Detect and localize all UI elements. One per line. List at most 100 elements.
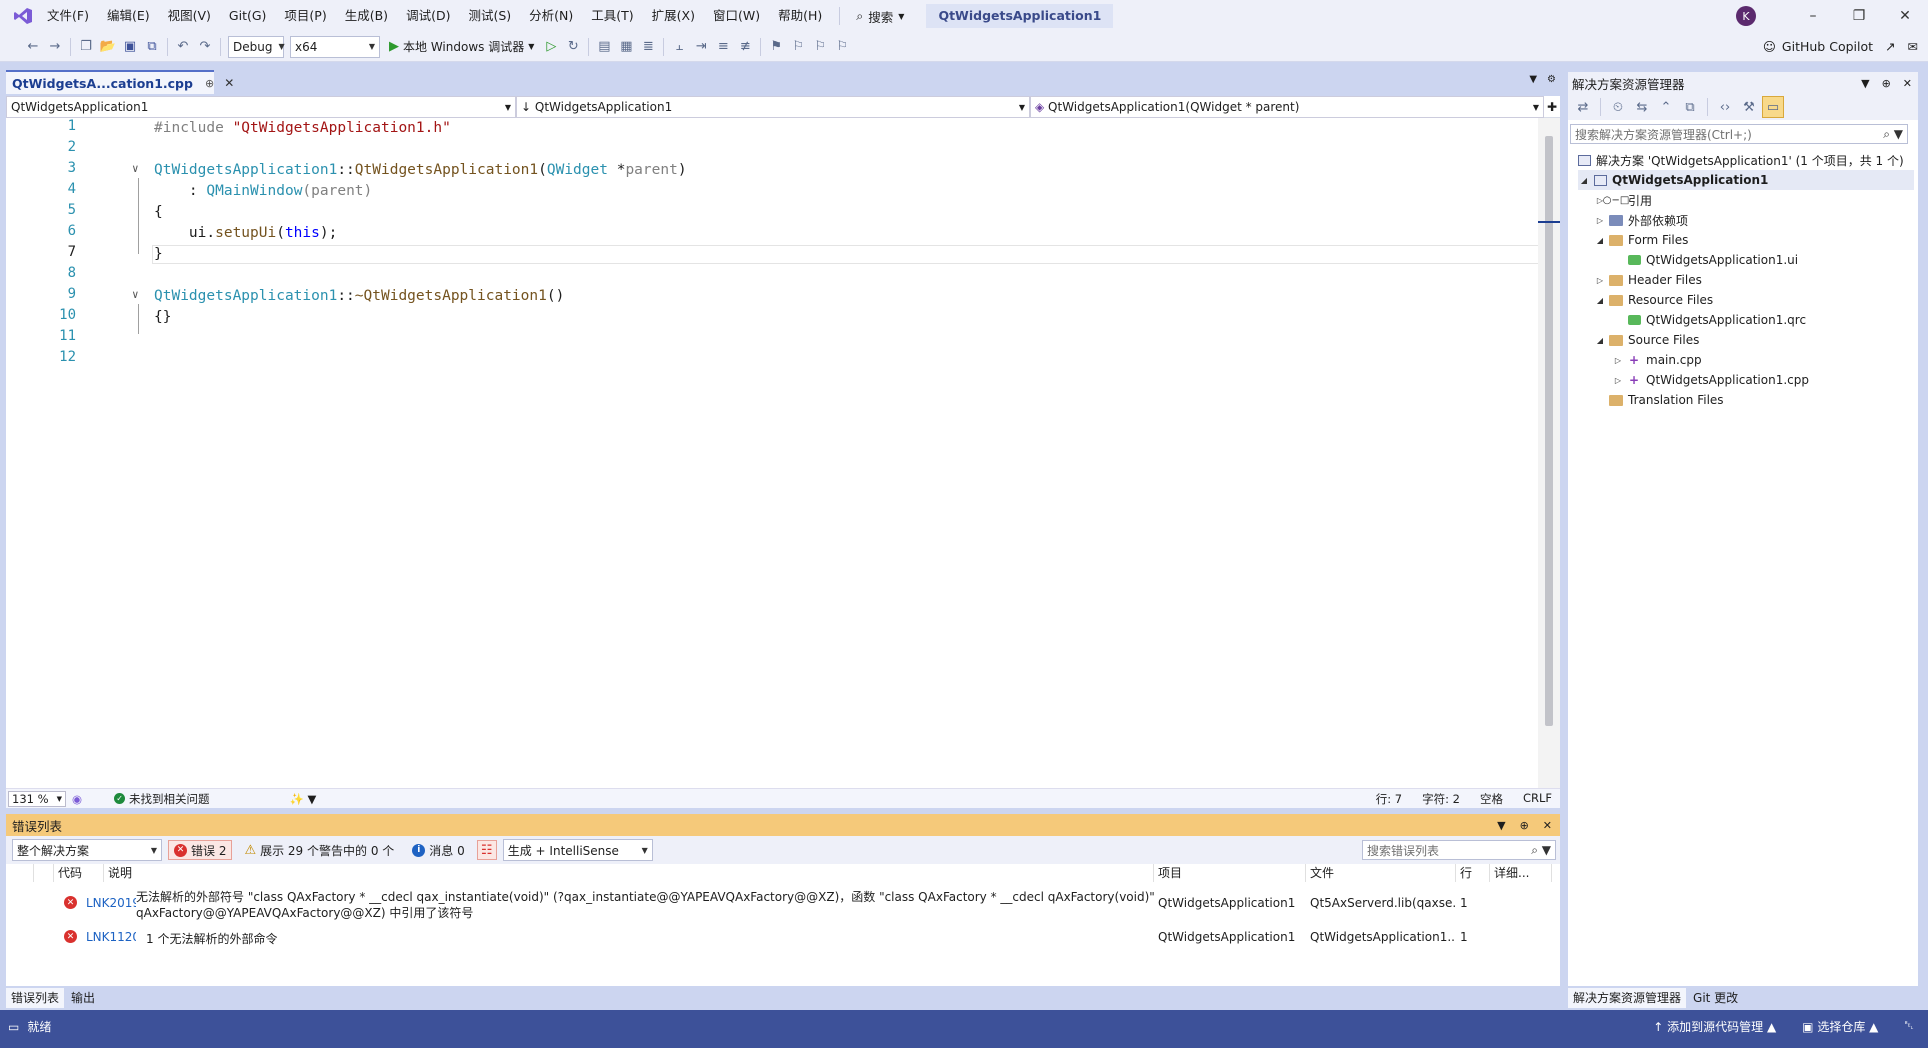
menu-test[interactable]: 测试(S)	[459, 0, 520, 32]
copilot-status-icon[interactable]: ◉	[72, 792, 82, 806]
tree-folder-source-files[interactable]: ◢ Source Files	[1594, 330, 1699, 350]
menu-help[interactable]: 帮助(H)	[769, 0, 831, 32]
github-copilot-button[interactable]: ☺ GitHub Copilot ↗ ✉	[1763, 39, 1918, 54]
column-header-sort[interactable]	[34, 864, 54, 882]
undo-icon[interactable]: ↶	[172, 36, 194, 58]
bookmark-icon[interactable]: ⚑	[765, 36, 787, 58]
uncomment-icon[interactable]: ≢	[734, 36, 756, 58]
column-header-description[interactable]: 说明	[104, 864, 1154, 882]
view-code-icon[interactable]: ‹›	[1714, 96, 1736, 118]
format-icon[interactable]: ≣	[637, 36, 659, 58]
tree-folder-translation-files[interactable]: Translation Files	[1606, 390, 1724, 410]
nav-scope-select[interactable]: QtWidgetsApplication1 ▼	[6, 96, 516, 118]
comment-icon[interactable]: ≡	[712, 36, 734, 58]
indent-icon[interactable]: ⇥	[690, 36, 712, 58]
tree-folder-resource-files[interactable]: ◢ Resource Files	[1594, 290, 1713, 310]
menu-window[interactable]: 窗口(W)	[704, 0, 769, 32]
tab-git-changes[interactable]: Git 更改	[1688, 988, 1743, 1008]
pin-icon[interactable]: ⊕	[1882, 77, 1891, 90]
expanded-arrow-icon[interactable]: ◢	[1594, 296, 1606, 305]
code-editor[interactable]: 1 2 3 4 5 6 7 8 9 10 11 12 ∨ ∨ #include …	[6, 118, 1544, 788]
warnings-filter-button[interactable]: ⚠ 展示 29 个警告中的 0 个	[238, 840, 400, 860]
menu-file[interactable]: 文件(F)	[38, 0, 98, 32]
tab-error-list[interactable]: 错误列表	[6, 988, 65, 1008]
save-icon[interactable]: ▣	[119, 36, 141, 58]
menu-extensions[interactable]: 扩展(X)	[643, 0, 704, 32]
select-repo-button[interactable]: ▣ 选择仓库 ▲	[1802, 1018, 1878, 1035]
menu-git[interactable]: Git(G)	[220, 0, 276, 32]
column-header-project[interactable]: 项目	[1154, 864, 1306, 882]
pin-icon[interactable]: ⊕	[1520, 819, 1529, 832]
platform-select[interactable]: x64 ▼	[290, 35, 380, 58]
tree-file-main-cpp[interactable]: ▷ + main.cpp	[1612, 350, 1702, 370]
close-window-button[interactable]: ✕	[1882, 0, 1928, 32]
collapsed-arrow-icon[interactable]: ▷	[1612, 356, 1624, 365]
tree-project[interactable]: ◢ QtWidgetsApplication1	[1578, 170, 1914, 190]
properties-wrench-icon[interactable]: ⚒	[1738, 96, 1760, 118]
minimize-button[interactable]: –	[1790, 0, 1836, 32]
split-icon[interactable]: ✚	[1544, 96, 1560, 117]
zoom-select[interactable]: 131 % ▼	[8, 790, 66, 807]
tree-folder-header-files[interactable]: ▷ Header Files	[1594, 270, 1702, 290]
browse-icon[interactable]: ▤	[593, 36, 615, 58]
error-file[interactable]: QtWidgetsApplication1....	[1310, 930, 1456, 944]
redo-icon[interactable]: ↷	[194, 36, 216, 58]
close-icon[interactable]: ✕	[1903, 77, 1912, 90]
menu-edit[interactable]: 编辑(E)	[98, 0, 159, 32]
menu-analyze[interactable]: 分析(N)	[520, 0, 582, 32]
errors-filter-button[interactable]: ✕ 错误 2	[168, 840, 233, 860]
tree-item-references[interactable]: ▷ ○−□ 引用	[1594, 190, 1652, 210]
messages-filter-button[interactable]: i 消息 0	[406, 840, 470, 860]
switch-views-icon[interactable]: ⇄	[1572, 96, 1594, 118]
filter-icon[interactable]: ☷	[476, 840, 497, 860]
build-filter-select[interactable]: 生成 + IntelliSense ▼	[502, 839, 653, 861]
close-icon[interactable]: ✕	[1543, 819, 1552, 832]
open-folder-icon[interactable]: 📂	[97, 36, 119, 58]
nav-member-select[interactable]: ◈ QtWidgetsApplication1(QWidget * parent…	[1030, 96, 1544, 118]
tab-solution-explorer[interactable]: 解决方案资源管理器	[1568, 988, 1687, 1008]
step-icon[interactable]: ⫠	[668, 36, 690, 58]
column-header-details[interactable]: 详细...	[1490, 864, 1552, 882]
scrollbar-thumb[interactable]	[1545, 136, 1553, 726]
navigate-back-icon[interactable]: ←	[22, 36, 44, 58]
save-all-icon[interactable]: ⧉	[141, 36, 163, 58]
issues-indicator[interactable]: ✓ 未找到相关问题	[114, 791, 210, 807]
cleanup-icon[interactable]: ✨ ▼	[290, 792, 317, 806]
add-to-source-control-button[interactable]: ↑ 添加到源代码管理 ▲	[1653, 1018, 1776, 1035]
tree-file-ui[interactable]: QtWidgetsApplication1.ui	[1624, 250, 1798, 270]
error-code-link[interactable]: LNK1120	[86, 930, 136, 944]
start-debugging-button[interactable]: ▶ 本地 Windows 调试器 ▼	[383, 38, 540, 55]
nav-class-select[interactable]: ↓ QtWidgetsApplication1 ▼	[516, 96, 1030, 118]
collapsed-arrow-icon[interactable]: ▷	[1594, 216, 1606, 225]
preview-selected-icon[interactable]: ▭	[1762, 96, 1784, 118]
tab-dropdown-icon[interactable]: ▼	[1529, 74, 1537, 85]
tree-item-external-deps[interactable]: ▷ 外部依赖项	[1594, 210, 1688, 230]
notifications-bell-icon[interactable]: ␇	[1904, 1018, 1914, 1035]
expanded-arrow-icon[interactable]: ◢	[1578, 176, 1590, 185]
restore-button[interactable]: ❐	[1836, 0, 1882, 32]
gear-icon[interactable]: ⚙	[1547, 74, 1556, 85]
global-search-button[interactable]: ⌕ 搜索 ▼	[848, 7, 912, 26]
menu-build[interactable]: 生成(B)	[336, 0, 397, 32]
collapse-region-icon[interactable]: ∨	[132, 162, 139, 175]
tree-folder-form-files[interactable]: ◢ Form Files	[1594, 230, 1688, 250]
error-search-input[interactable]: 搜索错误列表 ⌕ ▼	[1362, 840, 1556, 860]
tree-file-qrc[interactable]: QtWidgetsApplication1.qrc	[1624, 310, 1806, 330]
next-bookmark-icon[interactable]: ⚐	[809, 36, 831, 58]
new-project-icon[interactable]: ❐	[75, 36, 97, 58]
start-without-debugging-icon[interactable]: ▷	[540, 36, 562, 58]
pin-icon[interactable]: ⊕	[205, 77, 214, 90]
tab-output[interactable]: 输出	[66, 988, 100, 1008]
navigate-forward-icon[interactable]: →	[44, 36, 66, 58]
column-header-code[interactable]: 代码	[54, 864, 104, 882]
collapsed-arrow-icon[interactable]: ▷	[1594, 276, 1606, 285]
column-header-line[interactable]: 行	[1456, 864, 1490, 882]
prev-bookmark-icon[interactable]: ⚐	[787, 36, 809, 58]
pending-changes-icon[interactable]: ⏲	[1607, 96, 1629, 118]
error-row[interactable]: ✕ LNK1120 1 个无法解析的外部命令 QtWidgetsApplicat…	[6, 926, 1560, 948]
error-file[interactable]: Qt5AxServerd.lib(qaxse...	[1310, 896, 1456, 910]
collapse-region-icon[interactable]: ∨	[132, 288, 139, 301]
chevron-down-icon[interactable]: ▼	[1497, 819, 1505, 832]
menu-project[interactable]: 项目(P)	[275, 0, 335, 32]
error-scope-select[interactable]: 整个解决方案 ▼	[12, 839, 162, 861]
